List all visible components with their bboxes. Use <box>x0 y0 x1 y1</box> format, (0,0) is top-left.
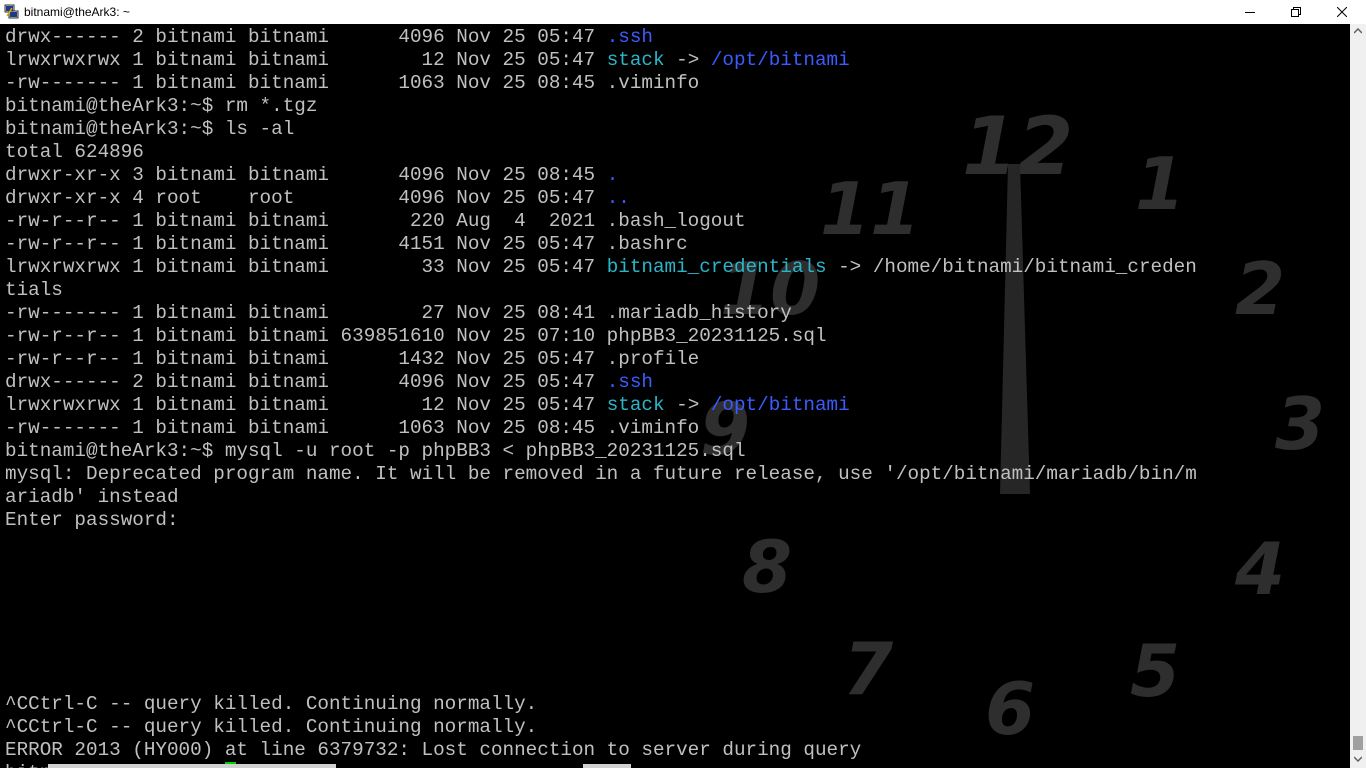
terminal-text: -rw------- 1 bitnami bitnami 1063 Nov 25… <box>5 417 700 439</box>
close-icon <box>1337 7 1347 17</box>
terminal-text: bitnami@theArk3:~$ ls -al <box>5 118 295 140</box>
terminal-window: bitnami@theArk3: ~ 12 1 2 3 4 5 6 7 8 9 … <box>0 0 1366 768</box>
terminal-text: /opt/bitnami <box>710 49 850 71</box>
terminal-text: lrwxrwxrwx 1 bitnami bitnami 12 Nov 25 0… <box>5 394 607 416</box>
terminal-line: -rw------- 1 bitnami bitnami 1063 Nov 25… <box>5 72 1197 95</box>
terminal-line: -rw-r--r-- 1 bitnami bitnami 220 Aug 4 2… <box>5 210 1197 233</box>
terminal-text: ^CCtrl-C -- query killed. Continuing nor… <box>5 693 538 715</box>
terminal-line: ^CCtrl-C -- query killed. Continuing nor… <box>5 716 1197 739</box>
terminal-text: .ssh <box>606 371 653 393</box>
maximize-button[interactable] <box>1273 0 1319 24</box>
terminal-line: drwx------ 2 bitnami bitnami 4096 Nov 25… <box>5 26 1197 49</box>
terminal-line: total 624896 <box>5 141 1197 164</box>
terminal-text: /opt/bitnami <box>710 394 850 416</box>
terminal-text: bitnami_credentials <box>606 256 827 278</box>
terminal-text: drwx------ 2 bitnami bitnami 4096 Nov 25… <box>5 371 607 393</box>
terminal-text: -rw-r--r-- 1 bitnami bitnami 639851610 N… <box>5 325 827 347</box>
scroll-down-arrow-icon[interactable] <box>1354 756 1362 762</box>
window-title: bitnami@theArk3: ~ <box>24 5 130 19</box>
terminal-line: drwx------ 2 bitnami bitnami 4096 Nov 25… <box>5 371 1197 394</box>
terminal-line: ^CCtrl-C -- query killed. Continuing nor… <box>5 693 1197 716</box>
terminal-line: -rw-r--r-- 1 bitnami bitnami 1432 Nov 25… <box>5 348 1197 371</box>
terminal-text: Enter password: <box>5 509 179 531</box>
vertical-scrollbar[interactable] <box>1350 24 1366 768</box>
terminal-output: drwx------ 2 bitnami bitnami 4096 Nov 25… <box>5 26 1197 768</box>
taskbar-strip-2 <box>583 764 631 768</box>
terminal-line: drwxr-xr-x 4 root root 4096 Nov 25 05:47… <box>5 187 1197 210</box>
terminal-line: -rw------- 1 bitnami bitnami 1063 Nov 25… <box>5 417 1197 440</box>
terminal-text: lrwxrwxrwx 1 bitnami bitnami 12 Nov 25 0… <box>5 49 607 71</box>
terminal-text: -rw-r--r-- 1 bitnami bitnami 220 Aug 4 2… <box>5 210 746 232</box>
terminal-line: -rw-r--r-- 1 bitnami bitnami 639851610 N… <box>5 325 1197 348</box>
terminal-line: lrwxrwxrwx 1 bitnami bitnami 12 Nov 25 0… <box>5 49 1197 72</box>
terminal-line: ariadb' instead <box>5 486 1197 509</box>
terminal-line: -rw------- 1 bitnami bitnami 27 Nov 25 0… <box>5 302 1197 325</box>
terminal-text: -> <box>664 49 711 71</box>
taskbar-strip <box>48 764 336 768</box>
clock-numeral-4: 4 <box>1234 527 1285 611</box>
terminal-text: drwx------ 2 bitnami bitnami 4096 Nov 25… <box>5 26 607 48</box>
terminal-text: -rw-r--r-- 1 bitnami bitnami 1432 Nov 25… <box>5 348 700 370</box>
terminal-text: drwxr-xr-x 3 bitnami bitnami 4096 Nov 25… <box>5 164 607 186</box>
terminal-text: drwxr-xr-x 4 root root 4096 Nov 25 05:47 <box>5 187 607 209</box>
terminal-text: stack <box>606 49 665 71</box>
terminal-text: .. <box>606 187 630 209</box>
terminal-line: mysql: Deprecated program name. It will … <box>5 463 1197 486</box>
terminal-text: -rw-r--r-- 1 bitnami bitnami 4151 Nov 25… <box>5 233 688 255</box>
terminal-text: -> <box>664 394 711 416</box>
terminal-line: bitnami@theArk3:~$ mysql -u root -p phpB… <box>5 440 1197 463</box>
scrollbar-thumb[interactable] <box>1353 736 1363 750</box>
terminal-text: stack <box>606 394 665 416</box>
terminal-text: -rw------- 1 bitnami bitnami 27 Nov 25 0… <box>5 302 792 324</box>
terminal-text: ERROR 2013 (HY000) at line 6379732: Lost… <box>5 739 862 761</box>
clock-numeral-2: 2 <box>1235 247 1285 331</box>
terminal-text: lrwxrwxrwx 1 bitnami bitnami 33 Nov 25 0… <box>5 256 607 278</box>
terminal-text: .ssh <box>606 26 653 48</box>
clock-numeral-3: 3 <box>1275 382 1325 466</box>
terminal-line: tials <box>5 279 1197 302</box>
terminal-line: lrwxrwxrwx 1 bitnami bitnami 33 Nov 25 0… <box>5 256 1197 279</box>
terminal-text: -rw------- 1 bitnami bitnami 1063 Nov 25… <box>5 72 700 94</box>
putty-icon <box>4 4 19 19</box>
terminal-area[interactable]: 12 1 2 3 4 5 6 7 8 9 10 11 drwx------ 2 … <box>0 24 1350 768</box>
terminal-text: bitnami@theArk3:~$ mysql -u root -p phpB… <box>5 440 746 462</box>
restore-icon <box>1291 7 1301 17</box>
terminal-line: -rw-r--r-- 1 bitnami bitnami 4151 Nov 25… <box>5 233 1197 256</box>
title-bar[interactable]: bitnami@theArk3: ~ <box>0 0 1366 24</box>
scroll-up-arrow-icon[interactable] <box>1354 28 1362 34</box>
terminal-line: bitnami@theArk3:~$ rm *.tgz <box>5 95 1197 118</box>
close-button[interactable] <box>1319 0 1365 24</box>
terminal-text: . <box>606 164 619 186</box>
terminal-text: bitnami@theArk3:~$ rm *.tgz <box>5 95 318 117</box>
terminal-text: ^CCtrl-C -- query killed. Continuing nor… <box>5 716 538 738</box>
minimize-icon <box>1245 12 1255 13</box>
terminal-line: Enter password: <box>5 509 1197 532</box>
terminal-text: -> /home/bitnami/bitnami_creden <box>826 256 1197 278</box>
terminal-line: lrwxrwxrwx 1 bitnami bitnami 12 Nov 25 0… <box>5 394 1197 417</box>
terminal-line: ERROR 2013 (HY000) at line 6379732: Lost… <box>5 739 1197 762</box>
terminal-text: ariadb' instead <box>5 486 179 508</box>
terminal-text: tials <box>5 279 63 301</box>
terminal-line: bitnami@theArk3:~$ ls -al <box>5 118 1197 141</box>
terminal-text: mysql: Deprecated program name. It will … <box>5 463 1197 485</box>
terminal-line: drwxr-xr-x 3 bitnami bitnami 4096 Nov 25… <box>5 164 1197 187</box>
terminal-text: total 624896 <box>5 141 144 163</box>
minimize-button[interactable] <box>1227 0 1273 24</box>
